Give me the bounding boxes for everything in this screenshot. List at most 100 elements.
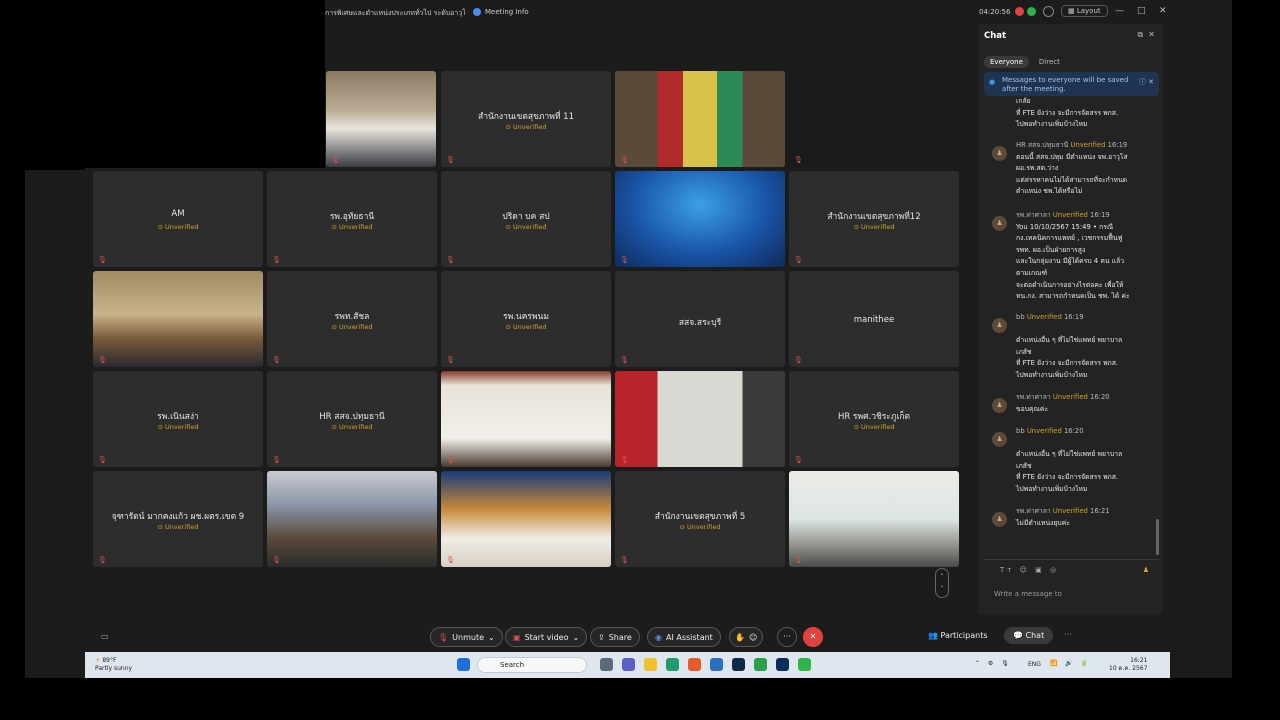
- layout-button[interactable]: ▦ Layout: [1061, 5, 1108, 17]
- grid-page-scroller[interactable]: ⌃ ⌄: [935, 568, 949, 598]
- message-line: จะต่อดำเนินการอย่างไรต่อคะ เพื่อให้: [1016, 280, 1124, 289]
- participant-tile[interactable]: สำนักงานเขตสุขภาพที่ 11 ⊙ Unverified 🎙: [441, 71, 611, 167]
- participant-tile[interactable]: 🎙: [789, 471, 959, 567]
- meeting-window: 🎙 สำนักงานเขตสุขภาพที่ 11 ⊙ Unverified 🎙 🎙 🎙 A…: [85, 0, 1170, 652]
- participant-tile[interactable]: จุฑารัตน์ มากคงแก้ว ผช.ผตร.เขต 9 ⊙ Unveri…: [93, 471, 263, 567]
- chrome-icon[interactable]: [754, 658, 767, 671]
- end-call-button[interactable]: ✕: [803, 627, 823, 647]
- participant-tile[interactable]: สำนักงานเขตสุขภาพที่ 5 ⊙ Unverified 🎙: [615, 471, 785, 567]
- photoshop-icon[interactable]: [732, 658, 745, 671]
- more-panels-icon[interactable]: ···: [1064, 630, 1072, 639]
- participant-tile[interactable]: สสจ.สระบุรี 🎙: [615, 271, 785, 367]
- screen: 🎙 สำนักงานเขตสุขภาพที่ 11 ⊙ Unverified 🎙 🎙 🎙 A…: [0, 0, 1280, 720]
- mic-muted-icon: 🎙: [620, 556, 629, 564]
- participant-tile[interactable]: 🎙: [326, 71, 436, 167]
- participant-tile[interactable]: 🎙: [789, 71, 959, 167]
- participant-tile[interactable]: รพท.สัชล ⊙ Unverified 🎙: [267, 271, 437, 367]
- participant-name: สำนักงานเขตสุขภาพที่ 5: [654, 512, 746, 522]
- start-icon[interactable]: [457, 658, 470, 671]
- minimize-button[interactable]: —: [1115, 6, 1124, 16]
- unmute-button[interactable]: 🎙 Unmute ⌄: [430, 627, 503, 647]
- webex-icon[interactable]: [776, 658, 789, 671]
- participant-tile[interactable]: 🎙: [615, 171, 785, 267]
- file-explorer-icon[interactable]: [644, 658, 657, 671]
- chat-message: bb Unverified 16:20 ตำแหน่งอื่น ๆ ที่ไม่…: [1016, 426, 1158, 496]
- sun-icon: ☀: [95, 657, 101, 664]
- sender-name: bb: [1016, 313, 1025, 321]
- tab-direct[interactable]: Direct: [1039, 56, 1060, 68]
- weather-widget[interactable]: ☀ 89°F Partly sunny: [95, 657, 132, 673]
- share-icon: ⇪: [598, 632, 605, 642]
- ai-assistant-label: AI Assistant: [665, 632, 713, 642]
- participant-tile[interactable]: รพ.เนินสง่า ⊙ Unverified 🎙: [93, 371, 263, 467]
- maximize-button[interactable]: □: [1137, 6, 1146, 16]
- mic-muted-icon: 🎙: [794, 556, 803, 564]
- participant-tile[interactable]: 🎙: [615, 371, 785, 467]
- participant-tile[interactable]: 🎙: [93, 271, 263, 367]
- share-button[interactable]: ⇪ Share: [590, 627, 640, 647]
- participant-tile[interactable]: รพ.นครพนม ⊙ Unverified 🎙: [441, 271, 611, 367]
- chat-message: HR สสจ.ปทุมธานี Unverified 16:19 ตอนนี้ ส…: [1016, 140, 1158, 198]
- close-chat-icon[interactable]: ✕: [1148, 30, 1155, 39]
- unverified-label: Unverified: [339, 323, 373, 331]
- participants-label: Participants: [940, 631, 988, 640]
- message-time: 16:20: [1090, 393, 1110, 401]
- participant-tile[interactable]: manithee 🎙: [789, 271, 959, 367]
- participant-tile[interactable]: ปริดา บค สป ⊙ Unverified 🎙: [441, 171, 611, 267]
- participant-tile[interactable]: 🎙: [615, 71, 785, 167]
- hand-reactions-button[interactable]: ✋ ☺: [729, 627, 764, 647]
- chat-toggle-button[interactable]: 💬 Chat: [1004, 627, 1054, 644]
- chevron-down-icon[interactable]: ⌄: [573, 633, 580, 642]
- mic-muted-icon: 🎙: [272, 356, 281, 364]
- participant-tile[interactable]: 🎙: [267, 471, 437, 567]
- unverified-label: Unverified: [1052, 393, 1088, 401]
- teams-icon[interactable]: [622, 658, 635, 671]
- message-time: 16:21: [1090, 507, 1110, 515]
- sender-avatar-icon: ♟: [992, 216, 1007, 231]
- participant-video: [441, 471, 611, 567]
- firefox-icon[interactable]: [688, 658, 701, 671]
- language-indicator[interactable]: ENG: [1028, 661, 1041, 668]
- message-line: ไปพอทำงานเพิ่มบ้างไหม: [1016, 484, 1088, 493]
- sender-name: bb: [1016, 427, 1025, 435]
- chevron-down-icon[interactable]: ⌄: [488, 633, 495, 642]
- close-window-button[interactable]: ✕: [1159, 6, 1167, 16]
- participant-name: สำนักงานเขตสุขภาพที่12: [827, 212, 921, 222]
- more-options-button[interactable]: ···: [777, 627, 797, 647]
- participant-tile[interactable]: 🎙: [441, 371, 611, 467]
- start-video-button[interactable]: ▣ Start video ⌄: [505, 627, 588, 647]
- participants-button[interactable]: 👥 Participants: [928, 631, 988, 640]
- dismiss-notice-icon[interactable]: ⓘ ✕: [1139, 78, 1154, 87]
- popout-icon[interactable]: ⧉: [1137, 30, 1143, 39]
- app-icon[interactable]: [710, 658, 723, 671]
- participant-tile[interactable]: AM ⊙ Unverified 🎙: [93, 171, 263, 267]
- mic-muted-icon: 🎙: [98, 456, 107, 464]
- meeting-info-button[interactable]: Meeting Info: [473, 8, 529, 16]
- format-toolbar[interactable]: Tт ☺ ▣ ◎: [1000, 566, 1059, 574]
- participant-tile[interactable]: 🎙: [441, 471, 611, 567]
- mic-muted-icon: 🎙: [620, 356, 629, 364]
- unverified-label: Unverified: [165, 423, 199, 431]
- security-icon[interactable]: [1043, 6, 1054, 17]
- taskbar-search[interactable]: Search: [477, 657, 587, 673]
- task-view-icon[interactable]: [600, 658, 613, 671]
- network-volume-icons[interactable]: 📶 🔊 🔋: [1050, 660, 1091, 667]
- ai-assistant-button[interactable]: ◉ AI Assistant: [647, 627, 721, 647]
- unverified-badge: ⊙ Unverified: [331, 423, 373, 431]
- chat-scrollbar[interactable]: [1156, 519, 1159, 555]
- unverified-badge: ⊙ Unverified: [853, 223, 895, 231]
- tab-everyone[interactable]: Everyone: [984, 56, 1029, 68]
- line-icon[interactable]: [798, 658, 811, 671]
- participant-tile[interactable]: รพ.อุทัยธานี ⊙ Unverified 🎙: [267, 171, 437, 267]
- recipient-icon[interactable]: ♟: [1143, 566, 1149, 574]
- participant-tile[interactable]: HR สสจ.ปทุมธานี ⊙ Unverified 🎙: [267, 371, 437, 467]
- captions-icon[interactable]: ▭: [101, 632, 109, 641]
- edge-icon[interactable]: [666, 658, 679, 671]
- save-notice-banner: ● Messages to everyone will be saved aft…: [984, 72, 1159, 96]
- message-input[interactable]: Write a message to: [994, 590, 1062, 598]
- system-tray[interactable]: ⌃ ⚙ 🎙: [975, 660, 1012, 667]
- taskbar-clock[interactable]: 16:21 10 ต.ค. 2567: [1109, 657, 1147, 673]
- participant-tile[interactable]: สำนักงานเขตสุขภาพที่12 ⊙ Unverified 🎙: [789, 171, 959, 267]
- unverified-badge: ⊙ Unverified: [157, 523, 199, 531]
- participant-tile[interactable]: HR รพศ.วชิระภูเก็ต ⊙ Unverified 🎙: [789, 371, 959, 467]
